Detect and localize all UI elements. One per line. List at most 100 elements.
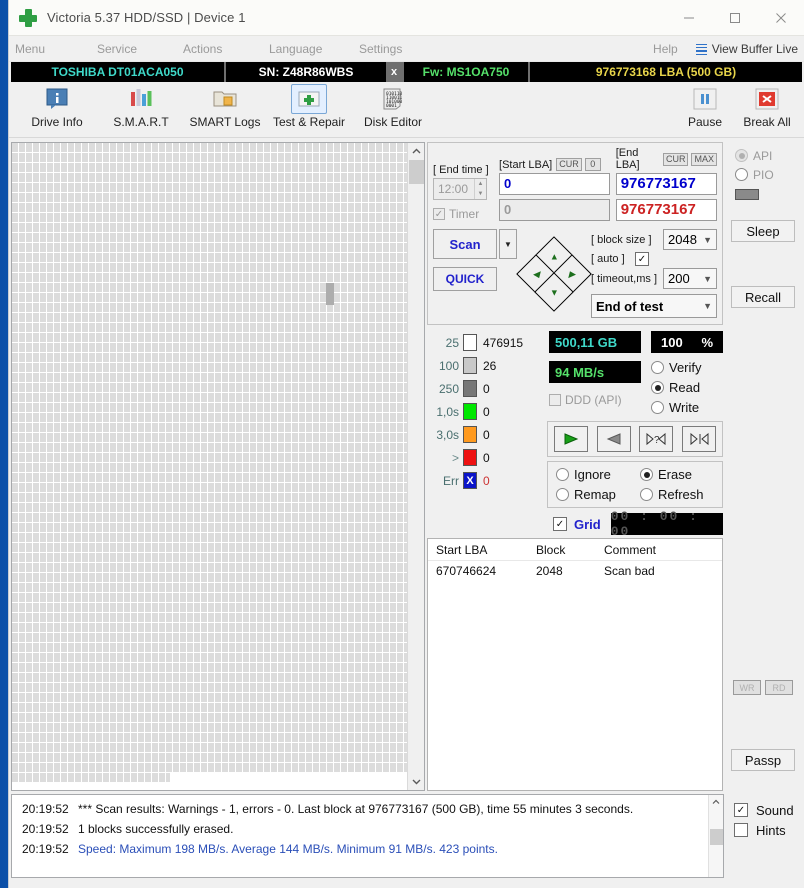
- start-cur-tag[interactable]: CUR: [556, 158, 582, 171]
- skip-back-button[interactable]: [681, 426, 716, 452]
- minimize-icon[interactable]: [666, 0, 712, 36]
- test-parameters-panel: [ End time ] 12:00 ▲ ▼ ✓ Timer [Start LBA…: [427, 142, 723, 325]
- maximize-icon[interactable]: [712, 0, 758, 36]
- scan-grid-row: [12, 713, 407, 723]
- random-button[interactable]: ?: [639, 426, 674, 452]
- stat-row: 1,0s 0: [427, 400, 547, 423]
- test-and-repair-button[interactable]: Test & Repair: [267, 83, 351, 136]
- menu-item-help[interactable]: Help: [653, 42, 678, 56]
- scan-grid-row: [12, 393, 407, 403]
- scan-grid-row: [12, 433, 407, 443]
- recall-button[interactable]: Recall: [731, 286, 795, 308]
- cell-comment: Scan bad: [604, 564, 655, 578]
- hints-checkbox[interactable]: Hints: [726, 820, 802, 840]
- log-scroll-up-icon[interactable]: [709, 795, 723, 809]
- green-cross-icon: [17, 7, 39, 29]
- play-button[interactable]: [554, 426, 588, 452]
- log-scroll-thumb[interactable]: [710, 829, 723, 845]
- column-comment: Comment: [604, 542, 657, 557]
- timer-checkbox[interactable]: ✓ Timer: [433, 207, 493, 221]
- auto-checkbox[interactable]: ✓: [635, 252, 649, 266]
- log-message: 1 blocks successfully erased.: [78, 822, 234, 836]
- disk-editor-label: Disk Editor: [363, 114, 422, 129]
- pause-button[interactable]: Pause: [674, 84, 736, 136]
- end-of-test-select[interactable]: End of test ▼: [591, 294, 717, 318]
- quick-label: QUICK: [445, 272, 485, 286]
- api-radio[interactable]: API: [725, 146, 801, 165]
- mode-write-radio[interactable]: Write: [651, 400, 723, 415]
- window-title: Victoria 5.37 HDD/SSD | Device 1: [47, 10, 246, 25]
- menu-item-service[interactable]: Service: [97, 36, 155, 62]
- table-row[interactable]: 670746624 2048 Scan bad: [428, 561, 722, 581]
- verify-radio-dot: [651, 361, 664, 374]
- smart-logs-button[interactable]: SMART Logs: [183, 84, 267, 136]
- scan-grid-row: [12, 293, 407, 303]
- scan-grid-row: [12, 633, 407, 643]
- action-erase-radio[interactable]: Erase: [640, 467, 692, 482]
- scan-grid-row: [12, 453, 407, 463]
- timeout-select[interactable]: 200 ▼: [663, 268, 717, 289]
- defect-results-table[interactable]: Start LBA Block Comment 670746624 2048 S…: [427, 538, 723, 791]
- scan-grid-row: [12, 203, 407, 213]
- ddd-api-checkbox[interactable]: DDD (API): [549, 393, 641, 407]
- end-time-input[interactable]: 12:00 ▲ ▼: [433, 178, 487, 200]
- error-marker-icon: X: [463, 472, 477, 489]
- scan-grid-row: [12, 613, 407, 623]
- action-ignore-radio[interactable]: Ignore: [556, 467, 640, 482]
- log-scrollbar[interactable]: [708, 795, 723, 877]
- view-buffer-live-button[interactable]: View Buffer Live: [695, 42, 798, 56]
- end-time-spinner[interactable]: ▲ ▼: [474, 179, 486, 199]
- scroll-down-icon[interactable]: [408, 773, 425, 790]
- scroll-up-icon[interactable]: [408, 143, 425, 160]
- red-x-icon: [749, 84, 785, 114]
- pio-radio[interactable]: PIO: [725, 165, 801, 184]
- action-remap-radio[interactable]: Remap: [556, 487, 640, 502]
- action-refresh-radio[interactable]: Refresh: [640, 487, 704, 502]
- sleep-button[interactable]: Sleep: [731, 220, 795, 242]
- disk-editor-button[interactable]: 010110 110011 101000 0001 Disk Editor: [351, 84, 435, 136]
- drive-info-button[interactable]: Drive Info: [15, 84, 99, 136]
- menu-bar: Menu Service Actions Language Settings H…: [9, 36, 804, 62]
- navigation-dpad[interactable]: ▲ ◀ ▶ ▼: [516, 235, 592, 312]
- menu-item-settings[interactable]: Settings: [359, 36, 402, 62]
- quick-button[interactable]: QUICK: [433, 267, 497, 291]
- end-max-tag[interactable]: MAX: [691, 152, 717, 166]
- log-time: 20:19:52: [22, 842, 69, 856]
- scan-button[interactable]: Scan: [433, 229, 497, 259]
- window-bottom-strip: [9, 880, 804, 888]
- scan-grid-row: [12, 503, 407, 513]
- grid-label: Grid: [574, 516, 601, 532]
- menu-item-menu[interactable]: Menu: [15, 36, 69, 62]
- scan-grid-canvas[interactable]: [12, 143, 407, 790]
- break-all-button[interactable]: Break All: [736, 84, 798, 136]
- reverse-button[interactable]: [596, 426, 631, 452]
- drive-firmware: Fw: MS1OA750: [422, 65, 510, 79]
- passp-button[interactable]: Passp: [731, 749, 795, 771]
- end-cur-tag[interactable]: CUR: [662, 152, 689, 166]
- side-control-panel: API PIO Sleep Recall WR RD Passp: [725, 142, 801, 791]
- scan-grid-row: [12, 263, 407, 273]
- start-lba-input[interactable]: 0: [499, 173, 610, 195]
- auto-label: [ auto ]: [591, 253, 625, 265]
- rd-button[interactable]: RD: [765, 680, 793, 695]
- ignore-radio-dot: [556, 468, 569, 481]
- end-lba-input[interactable]: 976773167: [615, 173, 717, 195]
- menu-item-actions[interactable]: Actions: [183, 36, 241, 62]
- grid-checkbox[interactable]: ✓: [553, 517, 567, 531]
- map-scrollbar[interactable]: [407, 143, 424, 790]
- close-device-button[interactable]: x: [386, 62, 402, 82]
- start-cur-value[interactable]: 0: [584, 158, 601, 171]
- mode-verify-radio[interactable]: Verify: [651, 360, 723, 375]
- scan-dropdown-button[interactable]: ▼: [499, 229, 517, 259]
- close-icon[interactable]: [758, 0, 804, 36]
- sound-checkbox[interactable]: ✓ Sound: [726, 800, 802, 820]
- stat-count: 476915: [483, 335, 524, 350]
- menu-item-language[interactable]: Language: [269, 36, 331, 62]
- scan-grid-row: [12, 553, 407, 563]
- smart-button[interactable]: S.M.A.R.T: [99, 84, 183, 136]
- wr-button[interactable]: WR: [733, 680, 761, 695]
- stat-swatch: [463, 357, 477, 374]
- block-size-select[interactable]: 2048 ▼: [663, 229, 717, 250]
- map-scroll-thumb[interactable]: [409, 160, 424, 184]
- mode-read-radio[interactable]: Read: [651, 380, 723, 395]
